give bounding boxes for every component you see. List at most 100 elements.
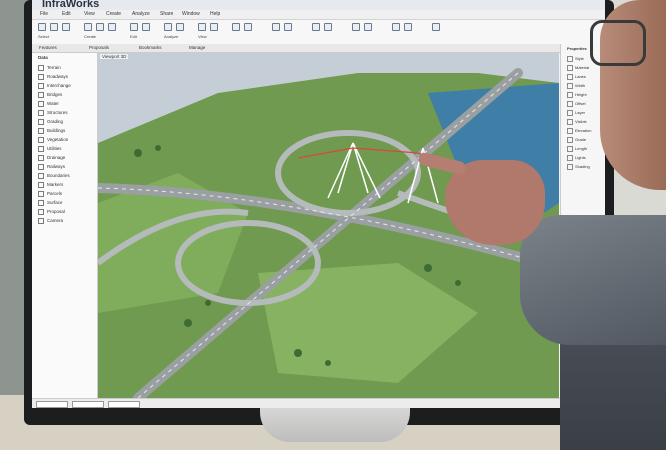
checkbox-icon[interactable] — [38, 83, 44, 89]
tab-features[interactable]: Features — [36, 45, 60, 50]
move-tool-icon[interactable] — [50, 23, 58, 31]
zoom-in-icon[interactable] — [352, 23, 360, 31]
menu-share[interactable]: Share — [160, 11, 173, 17]
property-item[interactable]: Shading — [567, 164, 590, 170]
tree-item[interactable]: Boundaries — [38, 173, 70, 179]
checkbox-icon[interactable] — [38, 155, 44, 161]
property-item[interactable]: Elevation — [567, 128, 591, 134]
edit-tool-icon[interactable] — [130, 23, 138, 31]
settings-icon[interactable] — [244, 23, 252, 31]
checkbox-icon[interactable] — [38, 173, 44, 179]
property-icon — [567, 128, 573, 134]
checkbox-icon[interactable] — [38, 191, 44, 197]
tree-item[interactable]: Water — [38, 101, 59, 107]
checkbox-icon[interactable] — [38, 110, 44, 116]
checkbox-icon[interactable] — [38, 218, 44, 224]
property-icon — [567, 137, 573, 143]
status-field — [108, 401, 140, 408]
checkbox-icon[interactable] — [38, 119, 44, 125]
menu-window[interactable]: Window — [182, 11, 200, 17]
tree-item[interactable]: Surface — [38, 200, 63, 206]
menu-help[interactable]: Help — [210, 11, 220, 17]
tree-item[interactable]: Drainage — [38, 155, 65, 161]
status-field — [36, 401, 68, 408]
property-icon — [567, 83, 573, 89]
tree-item[interactable]: Utilities — [38, 146, 62, 152]
menu-file[interactable]: File — [40, 11, 48, 17]
tree-item[interactable]: Bridges — [38, 92, 62, 98]
checkbox-icon[interactable] — [38, 200, 44, 206]
property-item[interactable]: Visible — [567, 119, 587, 125]
publish-icon[interactable] — [432, 23, 440, 31]
ribbon-group-edit: Edit — [130, 34, 137, 39]
render-icon[interactable] — [392, 23, 400, 31]
tree-item[interactable]: Grading — [38, 119, 63, 125]
checkbox-icon[interactable] — [38, 74, 44, 80]
property-item[interactable]: Style — [567, 56, 584, 62]
ribbon-group-view: View — [198, 34, 207, 39]
analyze-tool-icon[interactable] — [164, 23, 172, 31]
menu-create[interactable]: Create — [106, 11, 121, 17]
terrain-tool-icon[interactable] — [108, 23, 116, 31]
tree-item[interactable]: Roadways — [38, 74, 68, 80]
tab-manage[interactable]: Manage — [186, 45, 208, 50]
property-item[interactable]: Offset — [567, 101, 586, 107]
checkbox-icon[interactable] — [38, 128, 44, 134]
property-item[interactable]: Grade — [567, 137, 586, 143]
tab-bookmarks[interactable]: Bookmarks — [136, 45, 165, 50]
checkbox-icon[interactable] — [38, 65, 44, 71]
rotate-tool-icon[interactable] — [62, 23, 70, 31]
select-tool-icon[interactable] — [38, 23, 46, 31]
tree-item[interactable]: Railways — [38, 164, 65, 170]
tree-item[interactable]: Parcels — [38, 191, 62, 197]
property-item[interactable]: Layer — [567, 110, 585, 116]
redo-icon[interactable] — [284, 23, 292, 31]
properties-header: Properties — [567, 46, 587, 51]
tab-proposals[interactable]: Proposals — [86, 45, 112, 50]
menu-edit[interactable]: Edit — [62, 11, 71, 17]
camera-tool-icon[interactable] — [210, 23, 218, 31]
checkbox-icon[interactable] — [38, 146, 44, 152]
property-item[interactable]: Lanes — [567, 74, 586, 80]
view-tool-icon[interactable] — [198, 23, 206, 31]
checkbox-icon[interactable] — [38, 209, 44, 215]
checkbox-icon[interactable] — [38, 137, 44, 143]
checkbox-icon[interactable] — [38, 164, 44, 170]
tree-item[interactable]: Structures — [38, 110, 68, 116]
ribbon-group-select: Select — [38, 34, 50, 39]
property-icon — [567, 146, 573, 152]
tree-item[interactable]: Interchange — [38, 83, 71, 89]
layer-tool-icon[interactable] — [232, 23, 240, 31]
checkbox-icon[interactable] — [38, 92, 44, 98]
tree-item[interactable]: Buildings — [38, 128, 65, 134]
tree-item[interactable]: Camera — [38, 218, 63, 224]
undo-icon[interactable] — [272, 23, 280, 31]
property-icon — [567, 92, 573, 98]
menu-analyze[interactable]: Analyze — [132, 11, 150, 17]
zoom-out-icon[interactable] — [364, 23, 372, 31]
chart-tool-icon[interactable] — [176, 23, 184, 31]
bridge-tool-icon[interactable] — [96, 23, 104, 31]
export-icon[interactable] — [404, 23, 412, 31]
app-title: InfraWorks — [42, 0, 100, 10]
property-item[interactable]: Lights — [567, 155, 586, 161]
title-bar: InfraWorks — [32, 0, 605, 10]
property-icon — [567, 74, 573, 80]
measure-tool-icon[interactable] — [142, 23, 150, 31]
tree-item[interactable]: Proposal — [38, 209, 65, 215]
grid-icon[interactable] — [312, 23, 320, 31]
road-tool-icon[interactable] — [84, 23, 92, 31]
checkbox-icon[interactable] — [38, 101, 44, 107]
property-item[interactable]: Length — [567, 146, 587, 152]
tree-item[interactable]: Terrain — [38, 65, 61, 71]
checkbox-icon[interactable] — [38, 182, 44, 188]
tree-item[interactable]: Vegetation — [38, 137, 68, 143]
property-item[interactable]: Material — [567, 65, 589, 71]
property-icon — [567, 101, 573, 107]
property-item[interactable]: Width — [567, 83, 585, 89]
tree-item[interactable]: Markers — [38, 182, 63, 188]
snap-icon[interactable] — [324, 23, 332, 31]
property-icon — [567, 164, 573, 170]
menu-view[interactable]: View — [84, 11, 95, 17]
property-item[interactable]: Height — [567, 92, 587, 98]
